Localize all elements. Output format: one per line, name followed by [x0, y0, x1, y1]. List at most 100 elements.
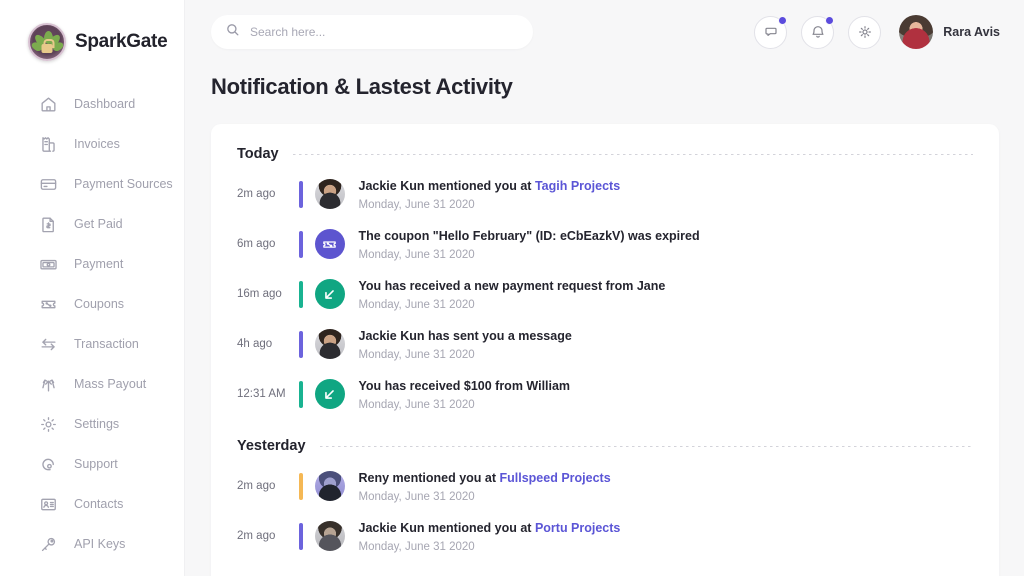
activity-accent-bar [299, 330, 303, 358]
bell-icon [812, 26, 824, 38]
sidebar-item-label: Payment [74, 257, 124, 271]
sidebar-item-label: Contacts [74, 497, 124, 511]
activity-row[interactable]: 2m ago Jackie Kun mentioned you at Portu… [237, 516, 973, 556]
leaf-lock-badge-icon [28, 23, 66, 61]
user-menu[interactable]: Rara Avis [899, 15, 1000, 49]
section-divider [319, 445, 973, 447]
activity-date: Monday, June 31 2020 [358, 198, 475, 211]
activity-time: 6m ago [237, 238, 276, 250]
sidebar-item-transaction[interactable]: Transaction [0, 324, 184, 364]
activity-row[interactable]: 2m ago Jackie Kun mentioned you at Tagih… [237, 174, 973, 214]
activity-title: You has received $100 from William [358, 378, 571, 393]
notifications-button[interactable] [801, 15, 835, 49]
activity-link[interactable]: Tagih Projects [535, 179, 620, 193]
arrow-down-left-icon [314, 279, 345, 309]
app-root: SparkGate Dashboard Invoices Payment Sou [0, 0, 1024, 576]
sidebar-item-label: Coupons [74, 297, 125, 311]
sidebar-item-label: API Keys [74, 537, 126, 551]
activity-avatar [314, 521, 345, 551]
activity-link[interactable]: Portu Projects [535, 521, 620, 535]
activity-title: The coupon "Hello February" (ID: eCbEazk… [358, 228, 700, 243]
activity-title: Reny mentioned you at Fullspeed Projects [359, 470, 611, 487]
activity-avatar [314, 471, 345, 501]
activity-text: Jackie Kun mentioned you at Portu Projec… [359, 520, 621, 553]
badge-dot [825, 15, 835, 25]
sidebar-item-support[interactable]: Support [0, 444, 184, 484]
activity-text: You has received $100 from William Monda… [359, 378, 571, 411]
sidebar-item-dashboard[interactable]: Dashboard [0, 84, 184, 124]
sidebar-item-label: Settings [74, 417, 120, 431]
search-input[interactable] [250, 25, 519, 39]
sidebar-item-payment-sources[interactable]: Payment Sources [0, 164, 184, 204]
activity-link[interactable]: Fullspeed Projects [500, 471, 611, 485]
key-icon [38, 534, 58, 554]
activity-accent-bar [299, 180, 303, 208]
activity-date: Monday, June 31 2020 [358, 540, 475, 553]
coupon-ticket-icon [314, 229, 345, 259]
activity-row[interactable]: 4h ago Jackie Kun has sent you a message… [237, 324, 973, 364]
sidebar-item-label: Dashboard [74, 97, 136, 111]
activity-time: 4h ago [237, 338, 273, 350]
activity-row[interactable]: 16m ago You has received a new payment r… [237, 274, 973, 314]
avatar [899, 15, 934, 49]
activity-time: 12:31 AM [237, 388, 286, 400]
page-title: Notification & Lastest Activity [211, 74, 513, 99]
activity-accent-bar [299, 380, 303, 408]
arrow-down-left-icon [314, 379, 345, 409]
sidebar-item-label: Mass Payout [74, 377, 147, 391]
activity-time: 2m ago [237, 188, 276, 200]
activity-text: The coupon "Hello February" (ID: eCbEazk… [359, 228, 700, 261]
activity-row[interactable]: 6m ago The coupon "Hello February" (ID: … [237, 224, 973, 264]
messages-button[interactable] [754, 15, 788, 49]
activity-date: Monday, June 31 2020 [358, 490, 475, 503]
credit-card-icon [38, 174, 58, 194]
sidebar-item-payment[interactable]: Payment [0, 244, 184, 284]
user-name: Rara Avis [943, 25, 1000, 39]
sidebar-item-contacts[interactable]: Contacts [0, 484, 184, 524]
sidebar-item-label: Get Paid [74, 217, 123, 231]
dollar-document-icon [38, 214, 58, 234]
activity-text: Jackie Kun mentioned you at Tagih Projec… [359, 178, 621, 211]
activity-accent-bar [299, 522, 303, 550]
section-header-yesterday: Yesterday [237, 438, 973, 454]
headset-icon [38, 454, 58, 474]
home-icon [38, 94, 58, 114]
activity-row[interactable]: 2m ago Reny mentioned you at Fullspeed P… [237, 466, 973, 506]
main-content: Rara Avis Notification & Lastest Activit… [185, 0, 1024, 576]
activity-avatar [314, 329, 345, 359]
activity-title: You has received a new payment request f… [358, 278, 666, 293]
gear-icon [858, 26, 871, 38]
invoice-document-icon [38, 134, 58, 154]
sidebar-item-get-paid[interactable]: Get Paid [0, 204, 184, 244]
section-title: Yesterday [237, 438, 306, 454]
banknote-icon [38, 254, 58, 274]
sidebar-item-invoices[interactable]: Invoices [0, 124, 184, 164]
activity-title-text: Jackie Kun mentioned you at [358, 178, 535, 193]
topbar: Rara Avis [185, 0, 1024, 64]
activity-row[interactable]: 12:31 AM You has received $100 from Will… [237, 374, 973, 414]
activity-text: Reny mentioned you at Fullspeed Projects… [359, 470, 611, 503]
activity-time: 16m ago [237, 288, 282, 300]
activity-card: Today 2m ago Jackie Kun mentioned you at… [211, 124, 999, 576]
gear-icon [38, 414, 58, 434]
sidebar-item-label: Transaction [74, 337, 139, 351]
activity-accent-bar [299, 280, 303, 308]
activity-text: You has received a new payment request f… [359, 278, 666, 311]
brand[interactable]: SparkGate [0, 0, 184, 62]
activity-date: Monday, June 31 2020 [358, 298, 475, 311]
activity-text: Jackie Kun has sent you a message Monday… [359, 328, 572, 361]
section-title: Today [237, 146, 279, 162]
activity-avatar [314, 179, 345, 209]
settings-button[interactable] [848, 15, 882, 49]
activity-date: Monday, June 31 2020 [358, 248, 475, 261]
sidebar-item-settings[interactable]: Settings [0, 404, 184, 444]
activity-accent-bar [299, 230, 303, 258]
activity-title: Jackie Kun has sent you a message [358, 328, 572, 343]
activity-date: Monday, June 31 2020 [358, 348, 475, 361]
search-bar[interactable] [211, 15, 533, 49]
sidebar-item-api-keys[interactable]: API Keys [0, 524, 184, 564]
sidebar-item-coupons[interactable]: Coupons [0, 284, 184, 324]
branching-arrows-icon [38, 374, 58, 394]
sidebar-item-mass-payout[interactable]: Mass Payout [0, 364, 184, 404]
coupon-ticket-icon [38, 294, 58, 314]
